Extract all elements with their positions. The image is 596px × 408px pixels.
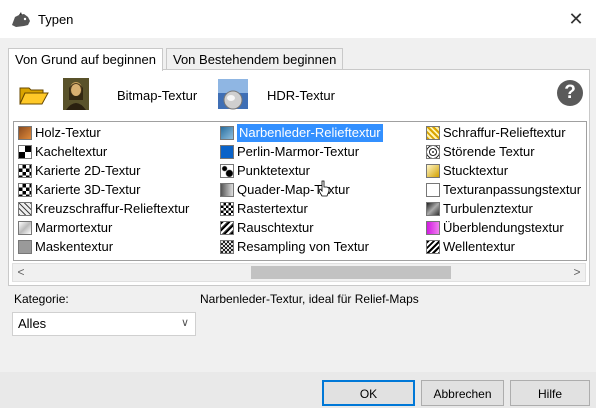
- help-glyph: ?: [564, 82, 576, 103]
- resample-icon: [220, 240, 234, 254]
- list-item-marmor[interactable]: Marmortextur: [18, 219, 112, 237]
- ok-button[interactable]: OK: [322, 380, 415, 406]
- category-label: Kategorie:: [14, 292, 69, 306]
- category-select[interactable]: Alles ∨: [12, 312, 196, 336]
- list-item-kreuzschraffur[interactable]: Kreuzschraffur-Relieftextur: [18, 200, 189, 218]
- checker-2d-icon: [18, 164, 32, 178]
- dialog-footer: [0, 372, 596, 408]
- scroll-left-icon[interactable]: <: [13, 264, 29, 281]
- list-item-stuck[interactable]: Stucktextur: [426, 162, 508, 180]
- category-value: Alles: [18, 316, 47, 331]
- list-item-resampling[interactable]: Resampling von Textur: [220, 238, 369, 256]
- tile-icon: [18, 145, 32, 159]
- scrollbar-thumb[interactable]: [251, 266, 451, 279]
- wave-icon: [426, 240, 440, 254]
- texture-list: Holz-Textur Kacheltextur Karierte 2D-Tex…: [13, 121, 587, 261]
- window-title: Typen: [38, 12, 74, 27]
- cube-map-icon: [220, 183, 234, 197]
- checker-3d-icon: [18, 183, 32, 197]
- tab-from-existing[interactable]: Von Bestehendem beginnen: [166, 48, 344, 70]
- wood-icon: [18, 126, 32, 140]
- blend-icon: [426, 221, 440, 235]
- hdr-texture-label[interactable]: HDR-Textur: [267, 88, 335, 103]
- help-button[interactable]: Hilfe: [510, 380, 590, 406]
- list-item-turbulenz[interactable]: Turbulenztextur: [426, 200, 533, 218]
- adjustment-icon: [426, 183, 440, 197]
- list-item-schraffur[interactable]: Schraffur-Relieftextur: [426, 124, 566, 142]
- toolbar: Bitmap-Textur HDR-Textur ?: [9, 70, 589, 118]
- dots-icon: [220, 164, 234, 178]
- texture-description: Narbenleder-Textur, ideal für Relief-Map…: [200, 292, 419, 306]
- perturbing-icon: [426, 145, 440, 159]
- list-item-stoerend[interactable]: Störende Textur: [426, 143, 535, 161]
- cancel-button[interactable]: Abbrechen: [421, 380, 504, 406]
- close-icon: ✕: [568, 8, 584, 29]
- rhino-icon: [12, 12, 30, 27]
- list-item-punkte[interactable]: Punktetextur: [220, 162, 310, 180]
- noise-icon: [220, 221, 234, 235]
- list-item-ueberblendung[interactable]: Überblendungstextur: [426, 219, 564, 237]
- mouse-cursor-icon: [318, 180, 330, 197]
- list-item-kachel[interactable]: Kacheltextur: [18, 143, 107, 161]
- grid-icon: [220, 202, 234, 216]
- list-item-kariert-2d[interactable]: Karierte 2D-Textur: [18, 162, 140, 180]
- leather-icon: [220, 126, 234, 140]
- list-item-perlin[interactable]: Perlin-Marmor-Textur: [220, 143, 359, 161]
- list-item-rausch[interactable]: Rauschtextur: [220, 219, 314, 237]
- tab-panel: Bitmap-Textur HDR-Textur ? Holz-Textur K…: [8, 69, 590, 286]
- hatch-icon: [426, 126, 440, 140]
- crosshatch-icon: [18, 202, 32, 216]
- mona-lisa-icon[interactable]: [63, 78, 89, 110]
- bitmap-texture-label[interactable]: Bitmap-Textur: [117, 88, 197, 103]
- list-item-maske[interactable]: Maskentextur: [18, 238, 113, 256]
- list-item-quader[interactable]: Quader-Map-Textur: [220, 181, 350, 199]
- perlin-marble-icon: [220, 145, 234, 159]
- turbulence-icon: [426, 202, 440, 216]
- list-item-holz[interactable]: Holz-Textur: [18, 124, 101, 142]
- tab-from-scratch[interactable]: Von Grund auf beginnen: [8, 48, 163, 71]
- list-item-texturanpassung[interactable]: Texturanpassungstextur: [426, 181, 581, 199]
- chevron-down-icon: ∨: [180, 317, 189, 329]
- list-item-wellen[interactable]: Wellentextur: [426, 238, 515, 256]
- mask-icon: [18, 240, 32, 254]
- horizontal-scrollbar[interactable]: < >: [12, 263, 586, 282]
- close-button[interactable]: ✕: [556, 0, 596, 38]
- hdr-globe-icon[interactable]: [217, 78, 249, 110]
- list-item-raster[interactable]: Rastertextur: [220, 200, 308, 218]
- stucco-icon: [426, 164, 440, 178]
- title-bar: Typen ✕: [0, 0, 596, 38]
- scroll-right-icon[interactable]: >: [569, 264, 585, 281]
- list-item-narbenleder[interactable]: Narbenleder-Relieftextur: [220, 124, 383, 142]
- folder-open-icon[interactable]: [19, 84, 49, 106]
- list-item-kariert-3d[interactable]: Karierte 3D-Textur: [18, 181, 140, 199]
- help-icon[interactable]: ?: [557, 80, 583, 106]
- marble-icon: [18, 221, 32, 235]
